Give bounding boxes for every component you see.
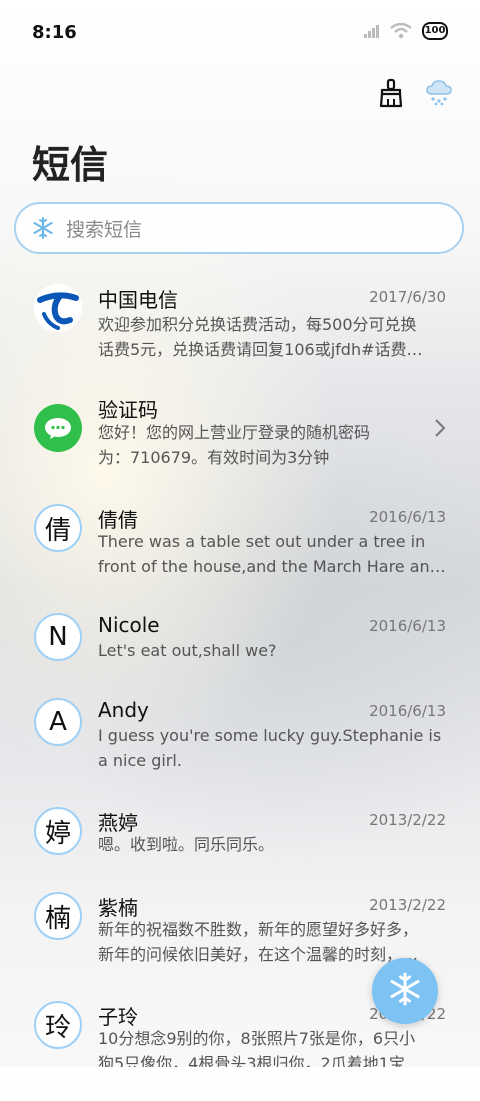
contact-name: Nicole bbox=[98, 613, 160, 637]
message-preview: 您好！您的网上营业厅登录的随机密码 为：710679。有效时间为3分钟 bbox=[98, 423, 371, 467]
avatar: N bbox=[34, 613, 82, 661]
message-date: 2016/6/13 bbox=[369, 702, 446, 720]
list-item[interactable]: 倩 倩倩 2016/6/13 There was a table set out… bbox=[0, 504, 480, 604]
message-preview: 嗯。收到啦。同乐同乐。 bbox=[98, 835, 275, 854]
wifi-icon bbox=[390, 23, 412, 39]
status-bar: 8:16 100 bbox=[0, 0, 480, 68]
list-item[interactable]: A Andy 2016/6/13 I guess you're some luc… bbox=[0, 698, 480, 798]
snowflake-fab-button[interactable] bbox=[372, 958, 438, 1024]
avatar: 倩 bbox=[34, 504, 82, 552]
contact-name: 中国电信 bbox=[98, 288, 178, 312]
avatar: 楠 bbox=[34, 892, 82, 940]
avatar: 玲 bbox=[34, 1001, 82, 1049]
top-actions bbox=[376, 78, 454, 108]
message-preview: 10分想念9别的你，8张照片7张是你，6只小 狗5只像你，4根骨头3根归你，2爪… bbox=[98, 1029, 421, 1067]
status-time: 8:16 bbox=[32, 22, 77, 43]
avatar: 婷 bbox=[34, 807, 82, 855]
search-input[interactable]: 搜索短信 bbox=[66, 215, 142, 242]
message-date: 2013/2/22 bbox=[369, 896, 446, 914]
sms-icon bbox=[34, 404, 82, 452]
snowflake-icon bbox=[30, 215, 56, 241]
message-preview: I guess you're some lucky guy.Stephanie … bbox=[98, 726, 442, 770]
contact-name: 验证码 bbox=[98, 398, 158, 422]
status-icons: 100 bbox=[364, 22, 448, 40]
chevron-right-icon[interactable] bbox=[434, 418, 446, 444]
snowflake-icon bbox=[387, 971, 423, 1011]
list-item[interactable]: 中国电信 2017/6/30 欢迎参加积分兑换话费活动，每500分可兑换 话费5… bbox=[0, 284, 480, 384]
battery-icon: 100 bbox=[422, 22, 448, 40]
list-item[interactable]: 验证码 您好！您的网上营业厅登录的随机密码 为：710679。有效时间为3分钟 bbox=[0, 394, 480, 494]
message-preview: 欢迎参加积分兑换话费活动，每500分可兑换 话费5元，兑换话费请回复106或jf… bbox=[98, 315, 423, 359]
message-preview: Let's eat out,shall we? bbox=[98, 641, 277, 660]
telecom-logo-icon bbox=[34, 284, 82, 332]
message-date: 2013/2/22 bbox=[369, 811, 446, 829]
cloud-snow-icon[interactable] bbox=[424, 78, 454, 108]
signal-icon bbox=[364, 24, 380, 38]
message-date: 2016/6/13 bbox=[369, 617, 446, 635]
message-date: 2016/6/13 bbox=[369, 508, 446, 526]
message-date: 2017/6/30 bbox=[369, 288, 446, 306]
search-bar[interactable]: 搜索短信 bbox=[14, 202, 464, 254]
broom-icon[interactable] bbox=[376, 78, 406, 108]
avatar: A bbox=[34, 698, 82, 746]
contact-name: Andy bbox=[98, 698, 149, 722]
message-preview: There was a table set out under a tree i… bbox=[98, 532, 446, 576]
page-title: 短信 bbox=[32, 143, 109, 187]
